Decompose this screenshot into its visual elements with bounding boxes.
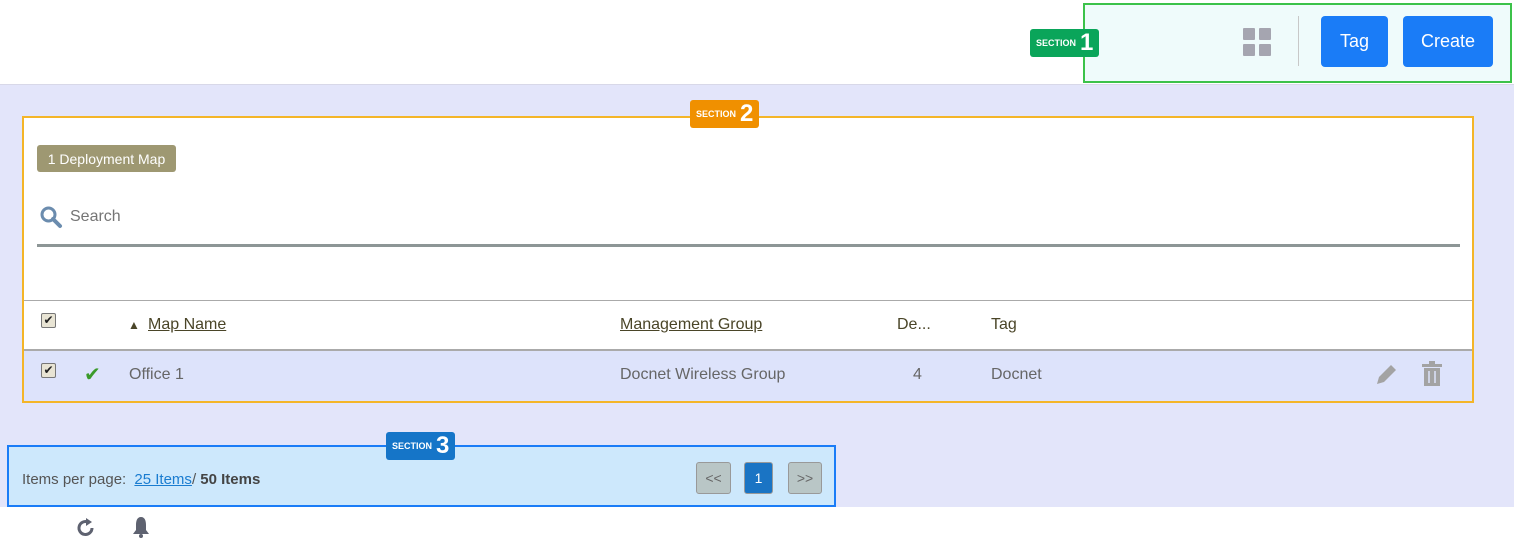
total-items: 50 Items [200,471,261,488]
divider [1298,16,1299,66]
search-underline [37,244,1460,247]
bell-icon[interactable] [131,515,151,539]
search-input[interactable] [70,204,1450,230]
separator: / [191,471,197,488]
status-ok-icon: ✔ [84,364,101,386]
items-per-page: Items per page: 25 Items/ 50 Items [22,471,260,488]
footer-bar [0,507,1514,556]
column-tag[interactable]: Tag [991,316,1017,334]
select-all-checkbox[interactable]: ✔ [41,313,56,328]
edit-pencil-icon[interactable] [1373,362,1399,388]
items-per-page-label: Items per page: [22,471,127,488]
count-chip: 1 Deployment Map [37,145,176,172]
cell-management-group: Docnet Wireless Group [620,366,786,383]
tag-button[interactable]: Tag [1321,16,1388,67]
table-header-border [24,300,1472,301]
page-1-button[interactable]: 1 [744,462,773,494]
row-checkbox[interactable]: ✔ [41,363,56,378]
prev-page-button[interactable]: << [696,462,731,494]
section-badge-1: SECTION 1 [1030,29,1100,57]
column-management-group[interactable]: Management Group [620,316,762,334]
sort-asc-icon: ▲ [128,318,140,332]
section-badge-2: SECTION 2 [690,100,760,128]
grid-view-icon[interactable] [1243,28,1271,56]
search-icon [40,206,62,228]
per-page-link[interactable]: 25 Items [134,471,192,488]
column-devices[interactable]: De... [897,316,931,334]
refresh-icon[interactable] [75,517,97,539]
next-page-button[interactable]: >> [788,462,822,494]
cell-tag: Docnet [991,366,1042,383]
section-badge-3: SECTION 3 [386,432,456,460]
cell-devices: 4 [913,366,922,383]
create-button[interactable]: Create [1403,16,1493,67]
cell-map-name: Office 1 [129,366,184,383]
column-map-name[interactable]: Map Name [148,316,226,334]
delete-trash-icon[interactable] [1421,361,1443,387]
